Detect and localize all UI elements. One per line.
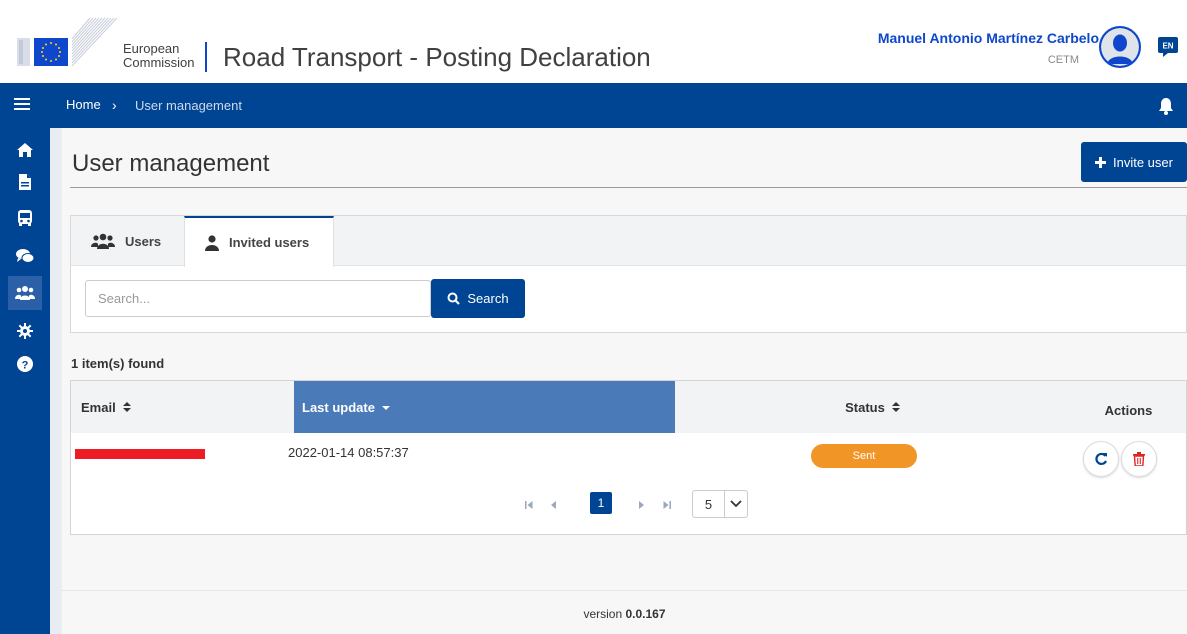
svg-text:?: ? (22, 359, 29, 371)
title-divider (70, 187, 1187, 188)
sort-both-icon (891, 402, 900, 412)
page-number-current[interactable]: 1 (590, 492, 612, 514)
european-commission-logo[interactable] (17, 16, 118, 68)
sidebar-item-home[interactable] (15, 140, 35, 160)
trash-icon (1133, 452, 1145, 466)
sidebar-edge (50, 128, 62, 634)
version-value: 0.0.167 (625, 607, 666, 621)
sidebar: ? (0, 128, 50, 634)
last-page-icon[interactable] (661, 498, 673, 512)
column-header-status-label: Status (845, 399, 885, 415)
tab-users[interactable]: Users (71, 216, 184, 266)
document-icon (19, 174, 31, 190)
page-title: User management (72, 150, 270, 177)
help-icon: ? (17, 356, 33, 372)
sidebar-item-help[interactable]: ? (15, 354, 35, 374)
column-header-actions: Actions (1071, 381, 1186, 433)
breadcrumb-current: User management (135, 98, 242, 113)
results-count: 1 item(s) found (71, 356, 165, 371)
column-header-last-update-label: Last update (302, 399, 375, 415)
page-size-value: 5 (693, 491, 725, 517)
logo-line-commission: Commission (123, 55, 195, 70)
user-icon (205, 234, 219, 251)
user-organisation: CETM (1047, 54, 1079, 66)
status-badge: Sent (811, 444, 917, 468)
sidebar-item-users[interactable] (8, 276, 42, 310)
previous-page-icon[interactable] (547, 498, 559, 512)
sidebar-item-transport[interactable] (15, 208, 35, 228)
invite-user-button[interactable]: Invite user (1081, 142, 1187, 182)
user-name[interactable]: Manuel Antonio Martínez Carbelo (878, 30, 1099, 46)
search-panel: Users Invited users Search (70, 215, 1187, 333)
column-header-email-label: Email (81, 399, 116, 415)
users-icon (91, 233, 115, 249)
sidebar-item-settings[interactable] (15, 321, 35, 341)
breadcrumb-chevron-icon: › (112, 97, 117, 113)
page-size-select[interactable]: 5 (692, 490, 748, 518)
tab-invited-users[interactable]: Invited users (184, 216, 334, 267)
bus-icon (18, 210, 32, 226)
redacted-email (75, 449, 205, 459)
app-title: Road Transport - Posting Declaration (223, 42, 651, 72)
speech-bubble-icon: EN (1158, 37, 1178, 57)
sidebar-item-documents[interactable] (15, 172, 35, 192)
chat-icon (16, 249, 35, 263)
user-avatar[interactable] (1099, 26, 1141, 68)
tab-strip: Users Invited users (71, 216, 1186, 267)
bell-icon[interactable] (1158, 97, 1174, 115)
search-input[interactable] (85, 280, 431, 317)
column-header-email[interactable]: Email (71, 381, 294, 433)
logo-text: European Commission (123, 42, 195, 70)
column-header-actions-label: Actions (1104, 402, 1153, 418)
next-page-icon[interactable] (636, 498, 648, 512)
version-info: version 0.0.167 (62, 607, 1187, 621)
gear-icon (17, 323, 33, 339)
invite-user-label: Invite user (1113, 154, 1173, 170)
column-header-status[interactable]: Status (675, 381, 1071, 433)
language-selector[interactable]: EN (1157, 36, 1179, 58)
search-button[interactable]: Search (431, 279, 525, 318)
first-page-icon[interactable] (523, 498, 535, 512)
plus-icon (1095, 156, 1106, 168)
sort-both-icon (122, 402, 131, 412)
tab-users-label: Users (125, 233, 162, 249)
invited-users-table: Email Last update Status Actions 2022-01… (70, 380, 1187, 535)
footer: version 0.0.167 (62, 590, 1187, 634)
column-header-last-update[interactable]: Last update (294, 381, 675, 433)
sidebar-item-messages[interactable] (15, 246, 35, 266)
top-navigation-bar: Home › User management (0, 83, 1187, 128)
cell-last-update: 2022-01-14 08:57:37 (288, 445, 409, 460)
tab-invited-users-label: Invited users (229, 235, 310, 250)
search-button-label: Search (467, 291, 509, 306)
version-label: version (583, 607, 623, 621)
refresh-icon (1095, 452, 1108, 466)
hamburger-menu-icon[interactable] (14, 97, 30, 111)
breadcrumb-home[interactable]: Home (66, 97, 101, 112)
logo-separator (205, 42, 207, 72)
language-code: EN (1162, 42, 1173, 51)
home-icon (17, 143, 33, 157)
logo-line-european: European (123, 41, 180, 56)
delete-invitation-button[interactable] (1121, 441, 1157, 477)
resend-invitation-button[interactable] (1083, 441, 1119, 477)
users-icon (15, 286, 35, 300)
chevron-down-icon (730, 500, 742, 508)
app-header: European Commission Road Transport - Pos… (0, 0, 1187, 83)
search-icon (447, 292, 461, 305)
sort-desc-icon (381, 406, 390, 410)
